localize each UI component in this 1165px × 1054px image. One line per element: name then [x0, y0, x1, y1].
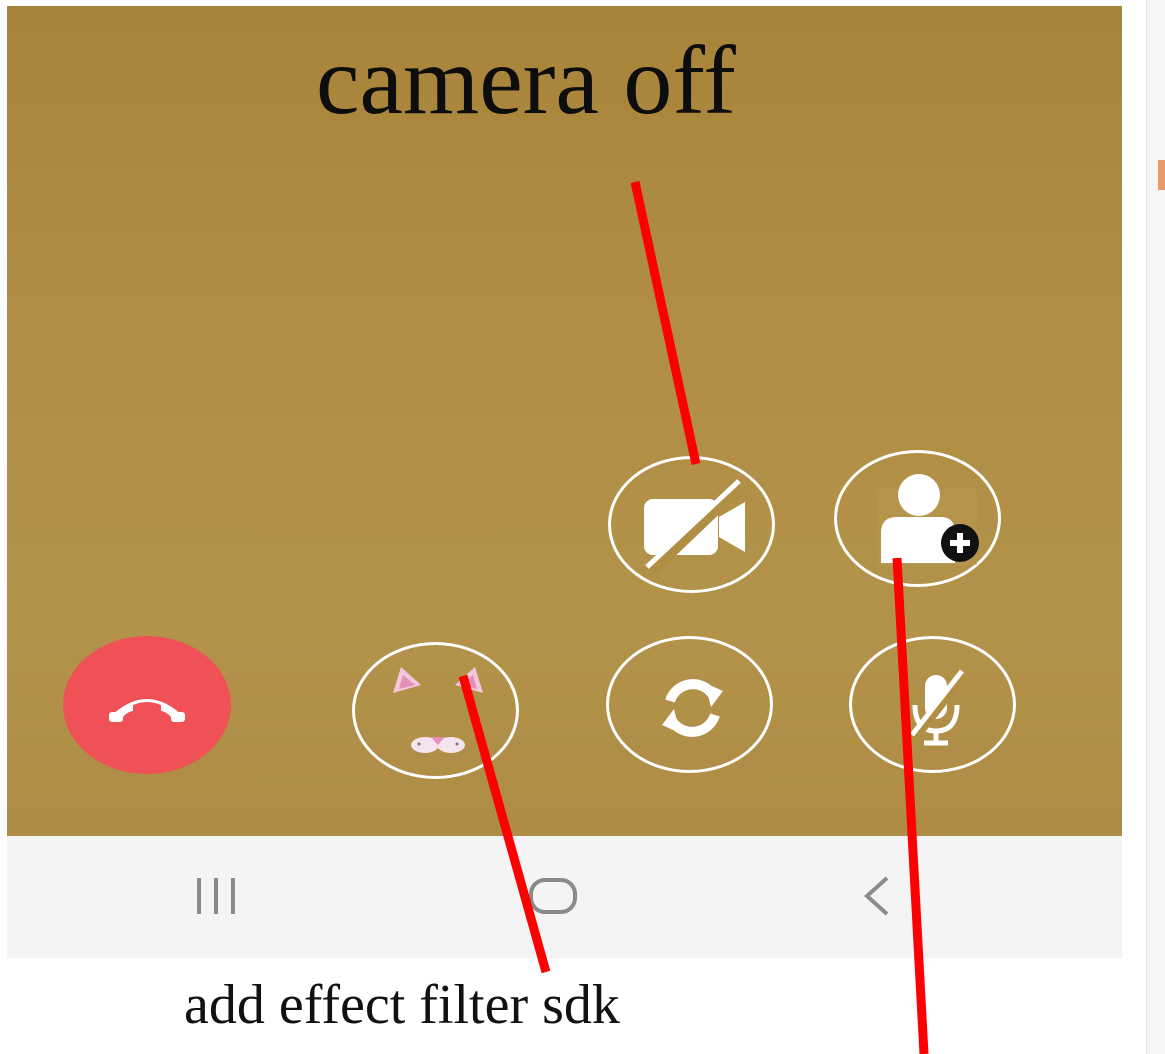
- phone-hangup-icon: [109, 699, 185, 722]
- switch-camera-button[interactable]: [606, 636, 773, 773]
- home-button[interactable]: [523, 874, 583, 918]
- mute-mic-button[interactable]: [849, 636, 1016, 773]
- mic-off-icon: [910, 669, 968, 746]
- person-add-icon: [877, 474, 979, 565]
- home-icon: [529, 878, 577, 914]
- back-icon: [864, 876, 889, 916]
- camera-off-button[interactable]: [608, 456, 775, 593]
- video-off-icon: [644, 479, 746, 576]
- annotation-camera-off: camera off: [316, 27, 736, 135]
- recents-button[interactable]: [193, 874, 247, 918]
- end-call-button[interactable]: [63, 636, 231, 774]
- add-participant-button[interactable]: [834, 450, 1001, 587]
- right-edge-panel: [1146, 0, 1165, 1054]
- effect-filter-button[interactable]: [352, 642, 519, 779]
- recents-icon: [197, 878, 235, 914]
- screenshot-stage: camera off add effect filter sdk: [0, 0, 1165, 1054]
- edge-marker: [1158, 160, 1165, 190]
- android-nav-bar: [7, 836, 1122, 958]
- back-button[interactable]: [855, 874, 899, 918]
- cat-ears-filter-icon: [393, 667, 483, 753]
- camera-switch-icon: [662, 679, 723, 737]
- annotation-effect-filter: add effect filter sdk: [184, 974, 620, 1036]
